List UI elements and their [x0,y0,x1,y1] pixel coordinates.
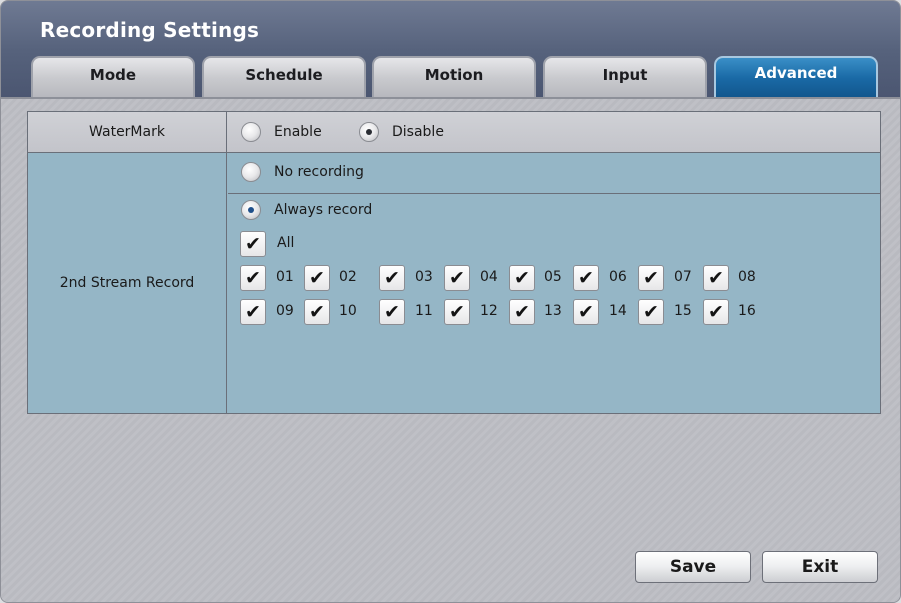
channel-03-label: 03 [415,269,433,285]
channel-14-label: 14 [609,303,627,319]
checkbox-channel-15[interactable]: ✔ [638,299,664,325]
channel-13-label: 13 [544,303,562,319]
channel-01-label: 01 [276,269,294,285]
checkbox-channel-02[interactable]: ✔ [304,265,330,291]
checkbox-all[interactable]: ✔ [240,231,266,257]
checkbox-channel-11[interactable]: ✔ [379,299,405,325]
advanced-settings-panel: WaterMark Enable Disable 2nd Stream Reco… [1,97,900,602]
checkbox-channel-03[interactable]: ✔ [379,265,405,291]
radio-icon [241,122,261,142]
watermark-enable-radio[interactable]: Enable [241,122,322,142]
watermark-disable-label: Disable [392,124,444,140]
watermark-row: WaterMark Enable Disable [28,112,880,153]
channel-10-label: 10 [339,303,357,319]
channel-08-label: 08 [738,269,756,285]
dialog-title: Recording Settings [40,18,260,42]
channel-07-label: 07 [674,269,692,285]
checkbox-channel-09[interactable]: ✔ [240,299,266,325]
tab-mode[interactable]: Mode [31,56,195,97]
channel-05-label: 05 [544,269,562,285]
checkbox-channel-16[interactable]: ✔ [703,299,729,325]
checkbox-all-label: All [277,235,295,251]
divider [228,193,880,194]
no-recording-label: No recording [274,164,364,180]
radio-icon [241,162,261,182]
radio-selected-icon [359,122,379,142]
save-button[interactable]: Save [635,551,751,583]
checkbox-channel-07[interactable]: ✔ [638,265,664,291]
channel-04-label: 04 [480,269,498,285]
channel-16-label: 16 [738,303,756,319]
always-record-radio[interactable]: Always record [241,200,372,220]
channel-12-label: 12 [480,303,498,319]
checkbox-channel-06[interactable]: ✔ [573,265,599,291]
always-record-label: Always record [274,202,373,218]
channel-06-label: 06 [609,269,627,285]
channel-02-label: 02 [339,269,357,285]
radio-selected-icon [241,200,261,220]
settings-table: WaterMark Enable Disable 2nd Stream Reco… [27,111,881,414]
channel-15-label: 15 [674,303,692,319]
checkbox-channel-12[interactable]: ✔ [444,299,470,325]
exit-button[interactable]: Exit [762,551,878,583]
checkbox-channel-13[interactable]: ✔ [509,299,535,325]
tab-motion[interactable]: Motion [372,56,536,97]
recording-settings-dialog: Recording Settings Mode Schedule Motion … [0,0,901,603]
watermark-label: WaterMark [28,112,227,152]
watermark-disable-radio[interactable]: Disable [359,122,444,142]
checkbox-channel-14[interactable]: ✔ [573,299,599,325]
channel-09-label: 09 [276,303,294,319]
checkbox-channel-05[interactable]: ✔ [509,265,535,291]
tab-input[interactable]: Input [543,56,707,97]
watermark-enable-label: Enable [274,124,322,140]
checkbox-channel-10[interactable]: ✔ [304,299,330,325]
checkbox-channel-01[interactable]: ✔ [240,265,266,291]
checkbox-channel-04[interactable]: ✔ [444,265,470,291]
stream-record-label: 2nd Stream Record [28,153,227,413]
stream-record-row: 2nd Stream Record No recording Always re… [28,153,880,413]
title-bar: Recording Settings Mode Schedule Motion … [1,1,900,97]
tab-advanced[interactable]: Advanced [714,56,878,97]
no-recording-radio[interactable]: No recording [241,162,364,182]
channel-11-label: 11 [415,303,433,319]
checkbox-channel-08[interactable]: ✔ [703,265,729,291]
tab-schedule[interactable]: Schedule [202,56,366,97]
